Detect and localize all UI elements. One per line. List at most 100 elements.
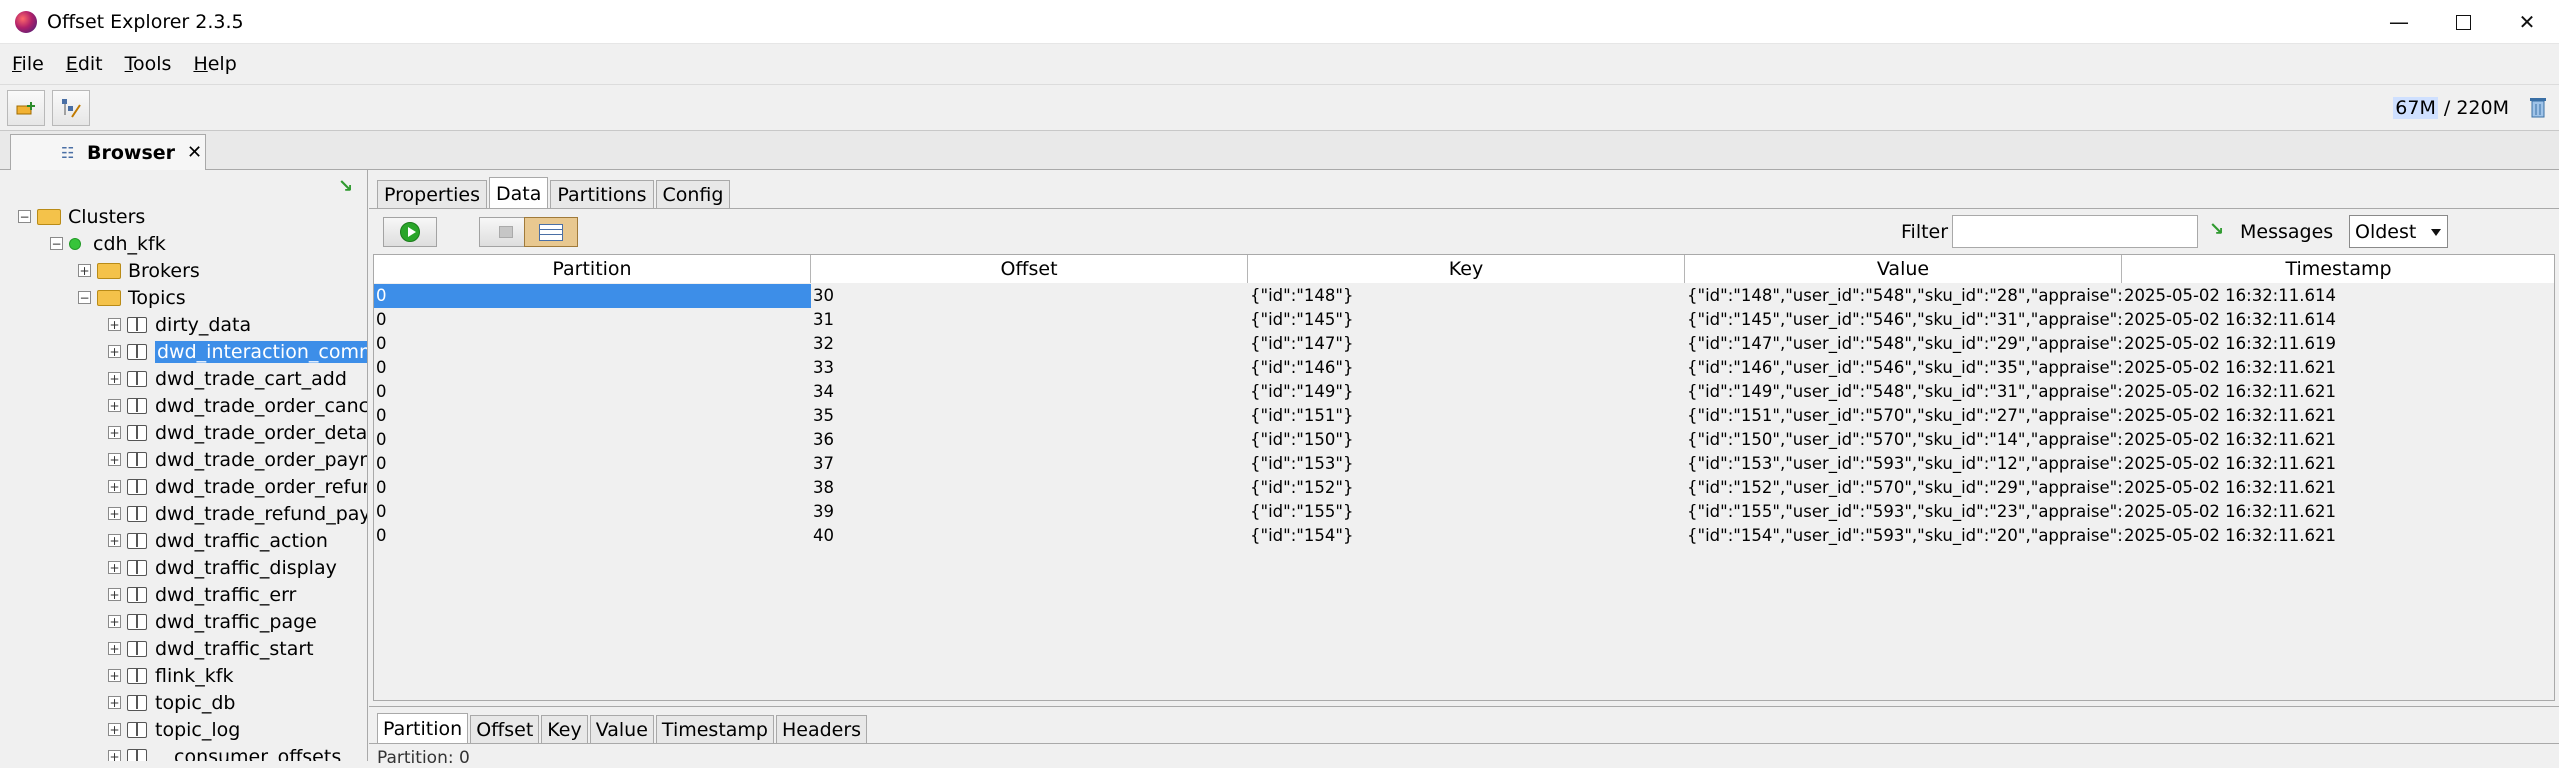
tree-item-topic[interactable]: + dwd_traffic_err (0, 581, 367, 608)
tree-label: Brokers (128, 259, 200, 282)
menu-bar: File Edit Tools Help (0, 44, 2559, 85)
tab-partition[interactable]: Partition (377, 713, 469, 743)
collapse-icon[interactable]: − (50, 237, 63, 250)
tree-item-topic[interactable]: + topic_db (0, 689, 367, 716)
table-row[interactable]: 0 33 {"id":"146"} {"id":"146","user_id":… (374, 356, 2554, 380)
tree-item-topic[interactable]: + __consumer_offsets (0, 743, 367, 761)
expand-icon[interactable]: + (108, 507, 121, 520)
collapse-icon[interactable]: − (18, 210, 31, 223)
trash-icon[interactable] (2529, 95, 2547, 119)
expand-icon[interactable]: + (108, 669, 121, 682)
maximize-icon (2455, 14, 2471, 30)
cell-offset: 40 (813, 526, 834, 545)
menu-edit[interactable]: Edit (66, 53, 103, 75)
tree-item-topic[interactable]: + dwd_traffic_action (0, 527, 367, 554)
tree-item-topic[interactable]: + dwd_trade_order_paym (0, 446, 367, 473)
table-row[interactable]: 0 40 {"id":"154"} {"id":"154","user_id":… (374, 524, 2554, 548)
browser-tab-close-icon[interactable]: ✕ (187, 142, 202, 163)
tree-edit-button[interactable] (52, 90, 90, 126)
tree-item-cluster[interactable]: − cdh_kfk (0, 230, 367, 257)
expand-icon[interactable]: + (108, 372, 121, 385)
topic-icon (127, 640, 147, 657)
tree-item-topic[interactable]: + dwd_trade_order_refur (0, 473, 367, 500)
expand-icon[interactable]: + (78, 264, 91, 277)
column-header-partition[interactable]: Partition (374, 255, 811, 283)
retrieve-messages-button[interactable] (383, 217, 437, 247)
expand-icon[interactable]: + (108, 480, 121, 493)
table-row[interactable]: 0 34 {"id":"149"} {"id":"149","user_id":… (374, 380, 2554, 404)
column-header-value[interactable]: Value (1685, 255, 2122, 283)
tree-item-clusters[interactable]: − Clusters (0, 203, 367, 230)
topic-icon (127, 613, 147, 630)
tree-item-topic[interactable]: + dwd_trade_refund_pay (0, 500, 367, 527)
close-button[interactable]: ✕ (2495, 0, 2559, 44)
collapse-icon[interactable]: − (78, 291, 91, 304)
tree-item-topics[interactable]: − Topics (0, 284, 367, 311)
tree-item-topic[interactable]: + dwd_trade_order_detai (0, 419, 368, 446)
menu-help[interactable]: Help (193, 53, 236, 75)
tree-refresh-icon[interactable]: ↘ (338, 176, 353, 197)
tab-data[interactable]: Data (489, 177, 549, 209)
maximize-button[interactable] (2431, 0, 2495, 44)
table-view-toggle[interactable] (524, 217, 578, 247)
cell-key: {"id":"151"} (1250, 406, 1354, 425)
tab-config[interactable]: Config (655, 180, 731, 209)
tab-key[interactable]: Key (541, 715, 588, 743)
table-row[interactable]: 0 38 {"id":"152"} {"id":"152","user_id":… (374, 476, 2554, 500)
tab-offset[interactable]: Offset (470, 715, 540, 743)
filter-input[interactable] (1952, 215, 2198, 248)
tree-item-topic[interactable]: + dwd_trade_cart_add (0, 365, 367, 392)
expand-icon[interactable]: + (108, 318, 121, 331)
expand-icon[interactable]: + (108, 588, 121, 601)
tree-label: dwd_trade_order_detai (155, 421, 368, 444)
tree-item-topic[interactable]: + dwd_interaction_comm (0, 338, 367, 365)
tab-headers[interactable]: Headers (775, 715, 868, 743)
tree-item-topic[interactable]: + dwd_trade_order_cance (0, 392, 367, 419)
tab-properties[interactable]: Properties (377, 180, 488, 209)
cell-key: {"id":"152"} (1250, 478, 1354, 497)
expand-icon[interactable]: + (108, 642, 121, 655)
table-row[interactable]: 0 37 {"id":"153"} {"id":"153","user_id":… (374, 452, 2554, 476)
minimize-button[interactable]: — (2367, 0, 2431, 44)
expand-icon[interactable]: + (108, 750, 121, 761)
tab-value[interactable]: Value (589, 715, 654, 743)
tree-item-brokers[interactable]: + Brokers (0, 257, 367, 284)
tree-item-topic[interactable]: + dirty_data (0, 311, 367, 338)
topic-icon (127, 343, 147, 360)
column-header-timestamp[interactable]: Timestamp (2122, 255, 2554, 283)
cell-offset: 39 (813, 502, 834, 521)
tree-item-topic[interactable]: + flink_kfk (0, 662, 367, 689)
expand-icon[interactable]: + (108, 453, 121, 466)
add-connection-button[interactable] (7, 90, 45, 126)
table-row[interactable]: 0 35 {"id":"151"} {"id":"151","user_id":… (374, 404, 2554, 428)
menu-file[interactable]: File (12, 53, 44, 75)
expand-icon[interactable]: + (108, 723, 121, 736)
browser-tab[interactable]: ☷ Browser ✕ (10, 134, 206, 170)
splitter[interactable] (369, 706, 2559, 707)
expand-icon[interactable]: + (108, 534, 121, 547)
tree-item-topic[interactable]: + dwd_traffic_start (0, 635, 367, 662)
table-row[interactable]: 0 39 {"id":"155"} {"id":"155","user_id":… (374, 500, 2554, 524)
column-header-key[interactable]: Key (1248, 255, 1685, 283)
expand-icon[interactable]: + (108, 561, 121, 574)
table-row[interactable]: 0 36 {"id":"150"} {"id":"150","user_id":… (374, 428, 2554, 452)
expand-icon[interactable]: + (108, 696, 121, 709)
tree-label: cdh_kfk (93, 232, 166, 255)
table-row[interactable]: 0 32 {"id":"147"} {"id":"147","user_id":… (374, 332, 2554, 356)
apply-filter-icon[interactable]: ↘ (2209, 219, 2224, 240)
expand-icon[interactable]: + (108, 426, 121, 439)
menu-tools[interactable]: Tools (125, 53, 172, 75)
tab-timestamp[interactable]: Timestamp (655, 715, 774, 743)
column-header-offset[interactable]: Offset (811, 255, 1248, 283)
messages-select[interactable]: Oldest (2349, 215, 2448, 248)
expand-icon[interactable]: + (108, 615, 121, 628)
table-row[interactable]: 0 31 {"id":"145"} {"id":"145","user_id":… (374, 308, 2554, 332)
table-row[interactable]: 0 30 {"id":"148"} {"id":"148","user_id":… (374, 284, 2554, 308)
expand-icon[interactable]: + (108, 345, 121, 358)
tree-label: dwd_trade_cart_add (155, 367, 347, 390)
expand-icon[interactable]: + (108, 399, 121, 412)
tab-partitions[interactable]: Partitions (550, 180, 654, 209)
tree-item-topic[interactable]: + dwd_traffic_display (0, 554, 367, 581)
tree-item-topic[interactable]: + dwd_traffic_page (0, 608, 367, 635)
tree-item-topic[interactable]: + topic_log (0, 716, 367, 743)
